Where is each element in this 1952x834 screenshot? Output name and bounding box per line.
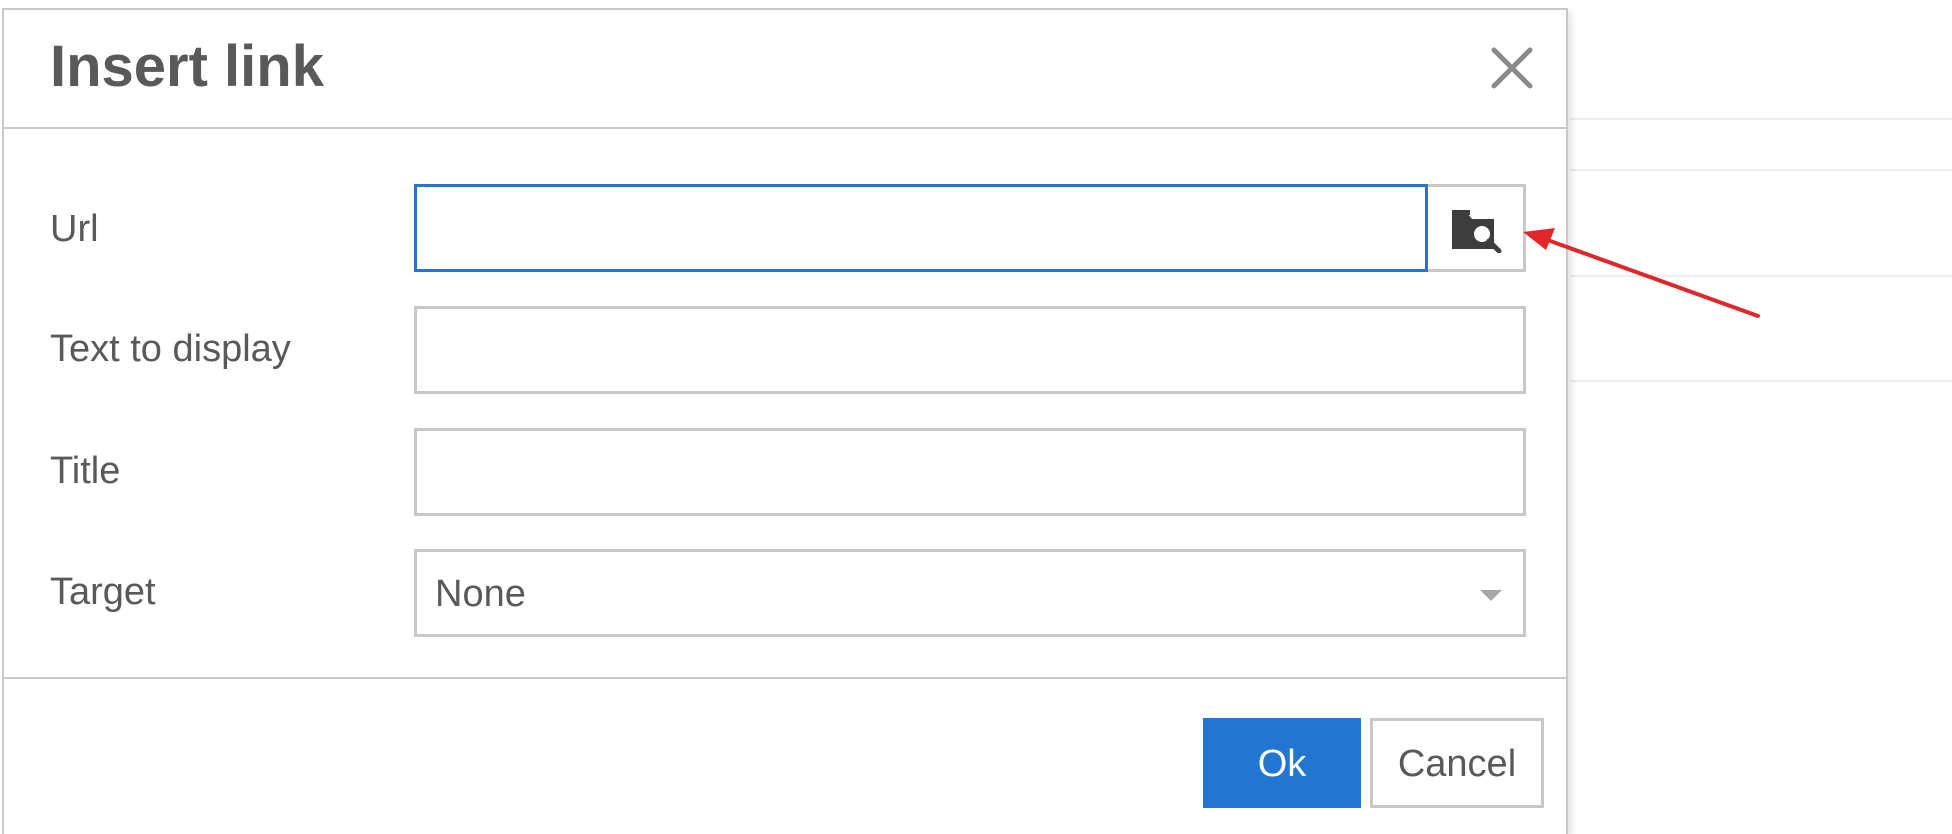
- ok-button[interactable]: Ok: [1203, 718, 1361, 808]
- url-input[interactable]: [417, 187, 1425, 269]
- text-to-display-field[interactable]: [414, 306, 1526, 394]
- url-field[interactable]: [414, 184, 1428, 272]
- cancel-button[interactable]: Cancel: [1370, 718, 1544, 808]
- close-icon: [1491, 47, 1533, 89]
- caret-down-icon: [1480, 590, 1502, 601]
- browse-button[interactable]: [1428, 184, 1526, 272]
- background-divider: [1570, 118, 1952, 120]
- folder-search-icon: [1452, 210, 1502, 253]
- dialog-header: Insert link: [4, 10, 1566, 129]
- background-divider: [1570, 275, 1952, 277]
- background-divider: [1570, 380, 1952, 382]
- title-label: Title: [50, 450, 121, 492]
- target-selected-value: None: [435, 573, 526, 615]
- close-button[interactable]: [1484, 40, 1540, 96]
- insert-link-dialog: Insert link Url Text to display Title Ta…: [2, 8, 1568, 834]
- target-select[interactable]: None: [414, 549, 1526, 637]
- text-to-display-input[interactable]: [417, 309, 1523, 391]
- url-label: Url: [50, 208, 99, 250]
- text-to-display-label: Text to display: [50, 328, 291, 370]
- title-input[interactable]: [417, 431, 1523, 513]
- dialog-title: Insert link: [50, 34, 324, 99]
- target-label: Target: [50, 571, 156, 613]
- background-divider: [1570, 169, 1952, 171]
- title-field[interactable]: [414, 428, 1526, 516]
